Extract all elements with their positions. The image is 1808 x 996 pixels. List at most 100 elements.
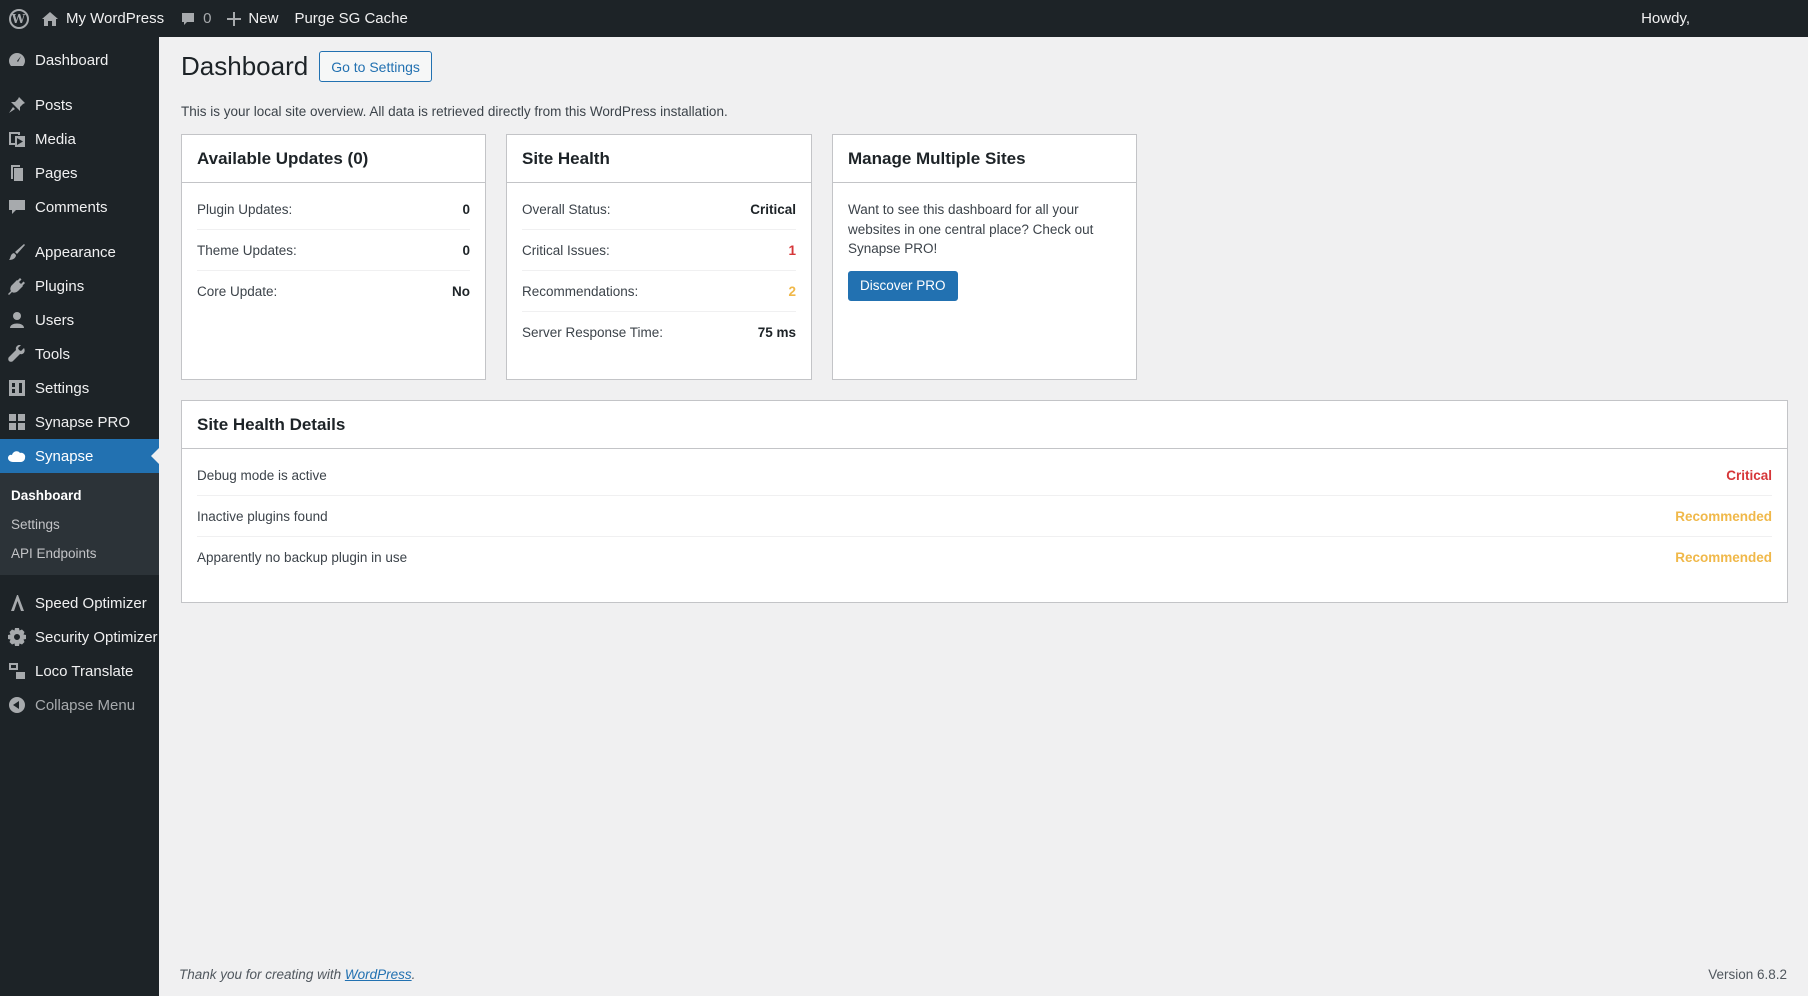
menu-item-synapse-pro[interactable]: Synapse PRO xyxy=(0,405,159,439)
shield-gear-icon xyxy=(8,628,26,646)
synapse-submenu: Dashboard Settings API Endpoints xyxy=(0,473,159,575)
account-menu[interactable]: Howdy, xyxy=(1641,0,1690,37)
user-icon xyxy=(8,311,26,329)
menu-item-settings[interactable]: Settings xyxy=(0,371,159,405)
submenu-item-settings[interactable]: Settings xyxy=(0,510,159,539)
go-to-settings-button[interactable]: Go to Settings xyxy=(319,51,432,82)
wrench-icon xyxy=(8,345,26,363)
wordpress-logo-icon: W xyxy=(8,8,29,29)
howdy-label: Howdy, xyxy=(1641,10,1690,27)
row-label: Debug mode is active xyxy=(197,467,327,483)
row-label: Plugin Updates: xyxy=(197,201,293,217)
media-icon xyxy=(8,130,26,148)
admin-sidebar: Dashboard Posts Media Pages Comments App… xyxy=(0,37,159,996)
menu-label: Loco Translate xyxy=(35,662,134,680)
card-title: Available Updates (0) xyxy=(182,135,485,183)
menu-item-plugins[interactable]: Plugins xyxy=(0,269,159,303)
menu-item-synapse[interactable]: Synapse xyxy=(0,439,159,473)
intro-text: This is your local site overview. All da… xyxy=(181,104,728,119)
status-badge: Recommended xyxy=(1675,508,1772,524)
menu-label: Posts xyxy=(35,96,73,114)
wordpress-logo-button[interactable]: W xyxy=(0,0,33,37)
row-value: 2 xyxy=(788,283,796,299)
row-value: 0 xyxy=(462,242,470,258)
site-health-card: Site Health Overall Status: Critical Cri… xyxy=(506,134,812,380)
menu-label: Users xyxy=(35,311,75,329)
health-detail-row: Inactive plugins found Recommended xyxy=(197,496,1772,537)
menu-label: Pages xyxy=(35,164,78,182)
purge-cache-label: Purge SG Cache xyxy=(294,10,408,27)
footer-text: Thank you for creating with xyxy=(179,967,342,982)
server-response-row: Server Response Time: 75 ms xyxy=(522,312,796,353)
manage-sites-card: Manage Multiple Sites Want to see this d… xyxy=(832,134,1137,380)
status-badge: Critical xyxy=(1726,467,1772,483)
menu-label: Tools xyxy=(35,345,71,363)
menu-item-speed-optimizer[interactable]: Speed Optimizer xyxy=(0,586,159,620)
menu-item-loco-translate[interactable]: Loco Translate xyxy=(0,654,159,688)
comment-icon xyxy=(8,198,26,216)
card-title: Manage Multiple Sites xyxy=(833,135,1136,183)
row-label: Overall Status: xyxy=(522,201,611,217)
wordpress-link[interactable]: WordPress xyxy=(345,967,412,982)
site-name-label: My WordPress xyxy=(66,10,165,27)
recommendations-row: Recommendations: 2 xyxy=(522,271,796,312)
row-label: Inactive plugins found xyxy=(197,508,328,524)
grid-icon xyxy=(8,413,26,431)
menu-item-pages[interactable]: Pages xyxy=(0,156,159,190)
row-value: No xyxy=(452,284,470,299)
menu-item-posts[interactable]: Posts xyxy=(0,88,159,122)
collapse-icon xyxy=(8,696,26,714)
collapse-menu-button[interactable]: Collapse Menu xyxy=(0,688,159,722)
overall-status-row: Overall Status: Critical xyxy=(522,189,796,230)
discover-pro-button[interactable]: Discover PRO xyxy=(848,270,958,301)
menu-item-security-optimizer[interactable]: Security Optimizer xyxy=(0,620,159,654)
menu-label: Media xyxy=(35,130,76,148)
translate-icon xyxy=(8,662,26,680)
home-icon xyxy=(41,11,59,27)
footer-thanks: Thank you for creating with WordPress. xyxy=(179,967,415,982)
menu-item-media[interactable]: Media xyxy=(0,122,159,156)
menu-label: Collapse Menu xyxy=(35,696,136,714)
plug-icon xyxy=(8,277,26,295)
menu-label: Synapse PRO xyxy=(35,413,131,431)
page-title: Dashboard xyxy=(181,51,309,81)
menu-label: Dashboard xyxy=(35,51,109,69)
new-content-button[interactable]: New xyxy=(219,0,286,37)
speed-icon xyxy=(8,594,26,612)
menu-item-tools[interactable]: Tools xyxy=(0,337,159,371)
menu-label: Appearance xyxy=(35,243,116,261)
admin-bar: W My WordPress 0 New Purge SG Cache Howd… xyxy=(0,0,1808,37)
row-value: 75 ms xyxy=(757,325,796,340)
core-update-row: Core Update: No xyxy=(197,271,470,312)
menu-item-comments[interactable]: Comments xyxy=(0,190,159,224)
pages-icon xyxy=(8,164,26,182)
submenu-item-dashboard[interactable]: Dashboard xyxy=(0,481,159,510)
menu-item-appearance[interactable]: Appearance xyxy=(0,235,159,269)
submenu-item-api-endpoints[interactable]: API Endpoints xyxy=(0,539,159,568)
dashboard-icon xyxy=(8,51,26,69)
settings-icon xyxy=(8,379,26,397)
critical-issues-row: Critical Issues: 1 xyxy=(522,230,796,271)
menu-label: Security Optimizer xyxy=(35,628,158,646)
status-badge: Recommended xyxy=(1675,550,1772,565)
new-label: New xyxy=(248,10,279,27)
menu-item-dashboard[interactable]: Dashboard xyxy=(0,43,159,77)
comments-link[interactable]: 0 xyxy=(172,0,219,37)
comment-bubble-icon xyxy=(180,11,196,27)
health-detail-row: Debug mode is active Critical xyxy=(197,455,1772,496)
health-detail-row: Apparently no backup plugin in use Recom… xyxy=(197,537,1772,578)
menu-label: Plugins xyxy=(35,277,85,295)
row-value: 0 xyxy=(462,201,470,217)
menu-item-users[interactable]: Users xyxy=(0,303,159,337)
purge-cache-button[interactable]: Purge SG Cache xyxy=(286,0,415,37)
pin-icon xyxy=(8,96,26,114)
brush-icon xyxy=(8,243,26,261)
row-label: Theme Updates: xyxy=(197,242,297,258)
available-updates-card: Available Updates (0) Plugin Updates: 0 … xyxy=(181,134,486,380)
row-label: Recommendations: xyxy=(522,283,639,299)
site-name-link[interactable]: My WordPress xyxy=(33,0,172,37)
menu-label: Settings xyxy=(35,379,90,397)
footer-period: . xyxy=(411,967,416,982)
menu-label: Speed Optimizer xyxy=(35,594,147,612)
sites-description: Want to see this dashboard for all your … xyxy=(848,202,1094,256)
